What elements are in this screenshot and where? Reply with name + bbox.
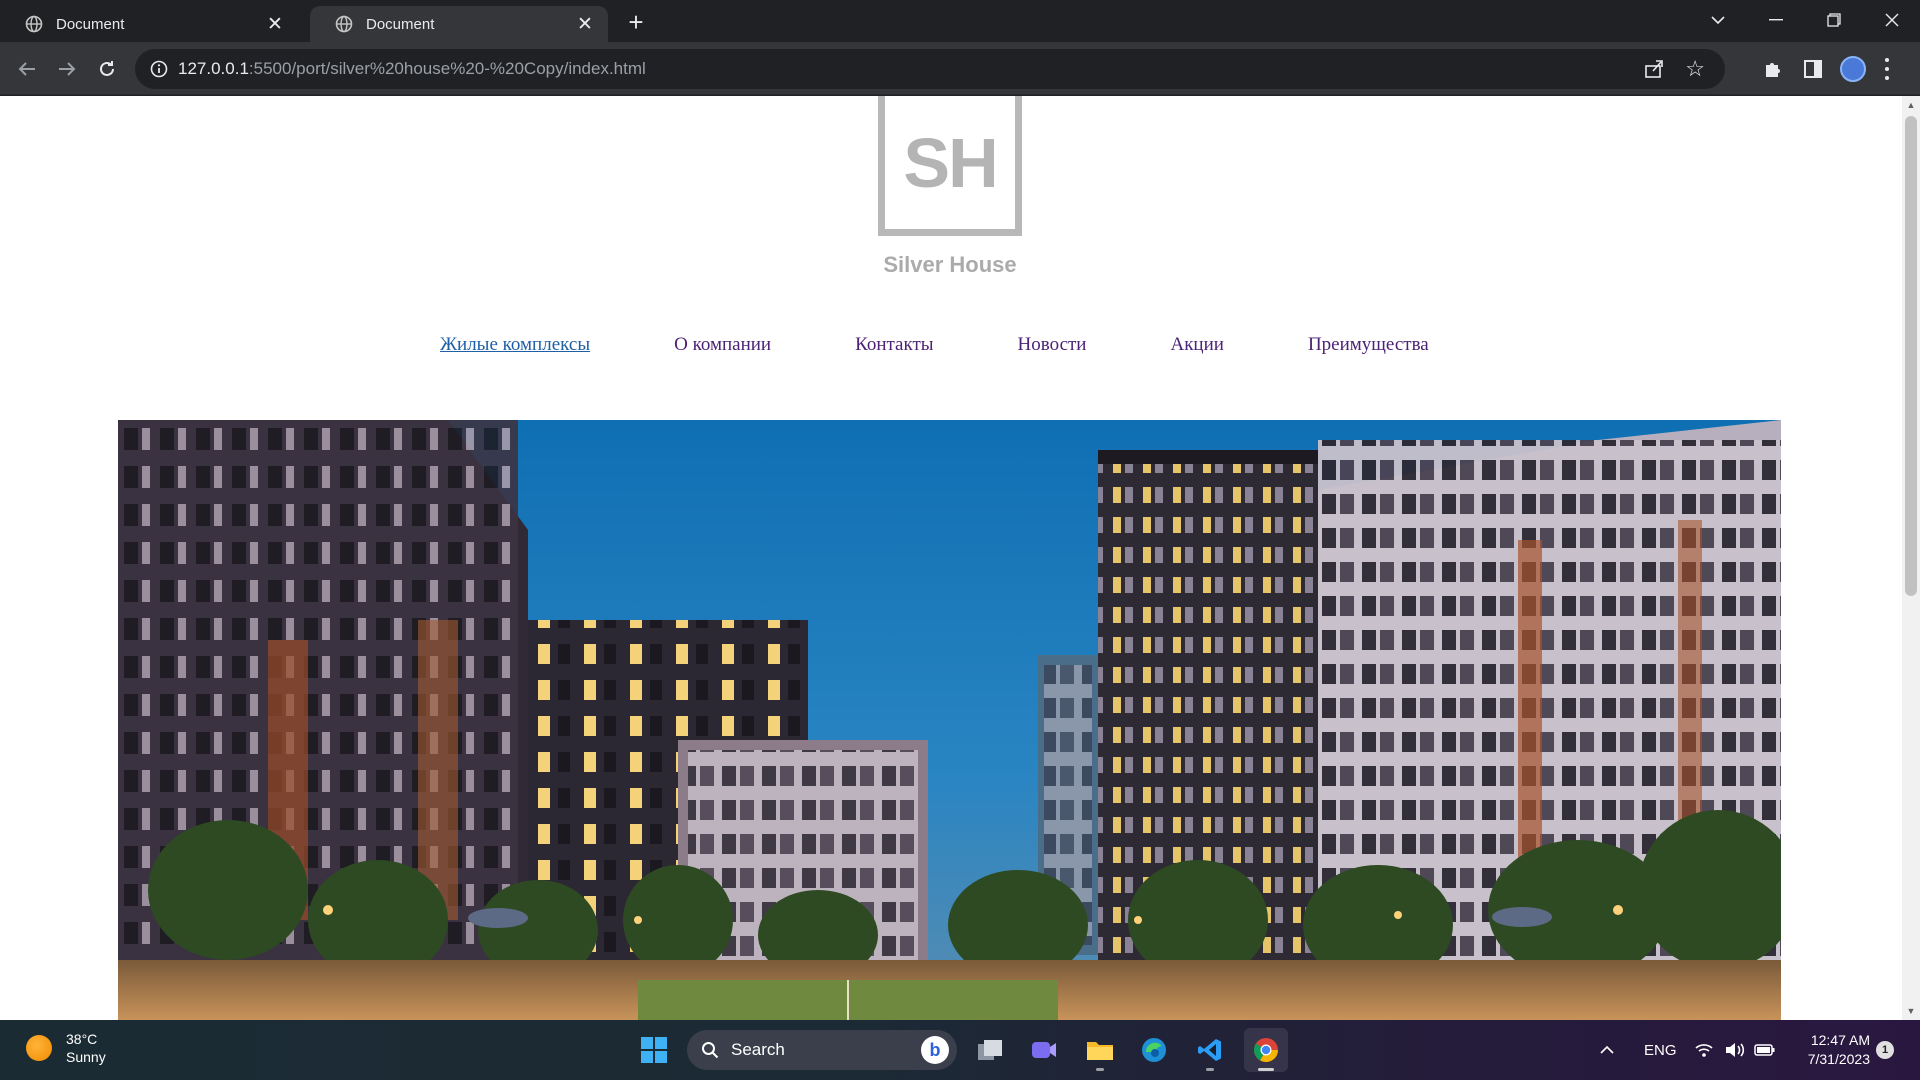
chrome-icon — [1254, 1038, 1278, 1063]
new-tab-button[interactable]: + — [622, 7, 650, 37]
nav-residential-complexes[interactable]: Жилые комплексы — [440, 334, 590, 356]
vscode-icon — [1198, 1039, 1221, 1061]
profile-avatar[interactable] — [1840, 56, 1866, 82]
chrome-button[interactable] — [1244, 1028, 1288, 1072]
scrollbar-thumb[interactable] — [1905, 116, 1917, 596]
search-placeholder: Search — [731, 1040, 785, 1059]
nav-about-company[interactable]: О компании — [674, 334, 771, 356]
close-tab-icon[interactable]: ✕ — [574, 13, 596, 35]
nav-contacts[interactable]: Контакты — [855, 334, 933, 356]
volume-icon[interactable] — [1724, 1020, 1746, 1080]
page-viewport: SH Silver House Жилые комплексы О компан… — [0, 96, 1902, 1020]
scroll-down-arrow-icon[interactable]: ▼ — [1906, 1006, 1916, 1016]
edge-browser-button[interactable] — [1132, 1028, 1176, 1072]
page-scrollbar[interactable]: ▲ ▼ — [1902, 96, 1920, 1020]
hero-image — [118, 420, 1781, 1020]
os-taskbar: 38°C Sunny Search b ENG 12:47 AM 7/31/20… — [0, 1020, 1920, 1080]
browser-tab-2[interactable]: Document ✕ — [310, 6, 608, 42]
start-button[interactable] — [632, 1028, 676, 1072]
main-navigation: Жилые комплексы О компании Контакты Ново… — [440, 334, 1429, 356]
reload-button[interactable] — [92, 54, 122, 84]
site-info-icon[interactable] — [149, 59, 169, 79]
tab-strip: Document ✕ Document ✕ + — [0, 0, 1920, 42]
wifi-icon[interactable] — [1694, 1020, 1714, 1080]
system-clock[interactable]: 12:47 AM 7/31/2023 — [1790, 1031, 1870, 1069]
forward-button[interactable] — [52, 54, 82, 84]
side-panel-icon[interactable] — [1798, 54, 1828, 84]
url-host: 127.0.0.1 — [178, 59, 249, 78]
address-bar[interactable]: 127.0.0.1:5500/port/silver%20house%20-%2… — [135, 49, 1725, 89]
vscode-button[interactable] — [1188, 1028, 1232, 1072]
weather-temperature: 38°C — [66, 1031, 98, 1047]
close-tab-icon[interactable]: ✕ — [264, 13, 286, 35]
restore-button[interactable] — [1806, 0, 1862, 40]
residential-complex-illustration — [118, 420, 1781, 1020]
sun-icon — [26, 1035, 52, 1061]
logo-monogram: SH — [903, 123, 998, 202]
url-path: :5500/port/silver%20house%20-%20Copy/ind… — [248, 59, 646, 78]
windows-logo-icon — [641, 1037, 667, 1063]
show-hidden-icons-button[interactable] — [1600, 1020, 1614, 1080]
bing-icon[interactable]: b — [921, 1036, 949, 1064]
nav-news[interactable]: Новости — [1018, 334, 1087, 356]
chat-camera-icon — [1032, 1042, 1056, 1058]
task-view-icon — [978, 1040, 1002, 1060]
weather-widget[interactable]: 38°C Sunny — [26, 1030, 106, 1066]
globe-icon — [335, 15, 353, 33]
search-icon — [702, 1042, 719, 1059]
minimize-button[interactable] — [1748, 0, 1804, 40]
globe-icon — [25, 15, 43, 33]
share-icon[interactable] — [1643, 58, 1665, 80]
back-button[interactable] — [12, 54, 42, 84]
folder-icon — [1087, 1042, 1113, 1060]
file-explorer-button[interactable] — [1078, 1028, 1122, 1072]
input-language[interactable]: ENG — [1644, 1020, 1677, 1080]
nav-advantages[interactable]: Преимущества — [1308, 334, 1429, 356]
notification-badge[interactable]: 1 — [1876, 1041, 1894, 1059]
task-view-button[interactable] — [968, 1028, 1012, 1072]
weather-condition: Sunny — [66, 1049, 106, 1065]
nav-promotions[interactable]: Акции — [1170, 334, 1223, 356]
extensions-puzzle-icon[interactable] — [1758, 54, 1788, 84]
teams-chat-button[interactable] — [1022, 1028, 1066, 1072]
clock-date: 7/31/2023 — [1807, 1051, 1870, 1067]
tab-search-chevron-icon[interactable] — [1690, 0, 1746, 40]
bookmark-star-icon[interactable]: ☆ — [1685, 56, 1705, 82]
scroll-up-arrow-icon[interactable]: ▲ — [1906, 100, 1916, 110]
site-logo[interactable]: SH — [878, 96, 1022, 236]
brand-name: Silver House — [883, 252, 1017, 277]
browser-toolbar: 127.0.0.1:5500/port/silver%20house%20-%2… — [0, 42, 1920, 95]
edge-icon — [1142, 1038, 1166, 1062]
tab-title: Document — [56, 15, 125, 33]
taskbar-search-box[interactable]: Search b — [687, 1030, 957, 1070]
browser-tab-1[interactable]: Document ✕ — [0, 6, 298, 42]
browser-menu-icon[interactable] — [1882, 56, 1892, 82]
chevron-up-icon — [1600, 1045, 1614, 1054]
tab-title: Document — [366, 15, 435, 33]
battery-icon[interactable] — [1754, 1020, 1776, 1080]
clock-time: 12:47 AM — [1810, 1032, 1870, 1048]
url-text[interactable]: 127.0.0.1:5500/port/silver%20house%20-%2… — [178, 59, 646, 79]
close-window-button[interactable] — [1864, 0, 1920, 40]
